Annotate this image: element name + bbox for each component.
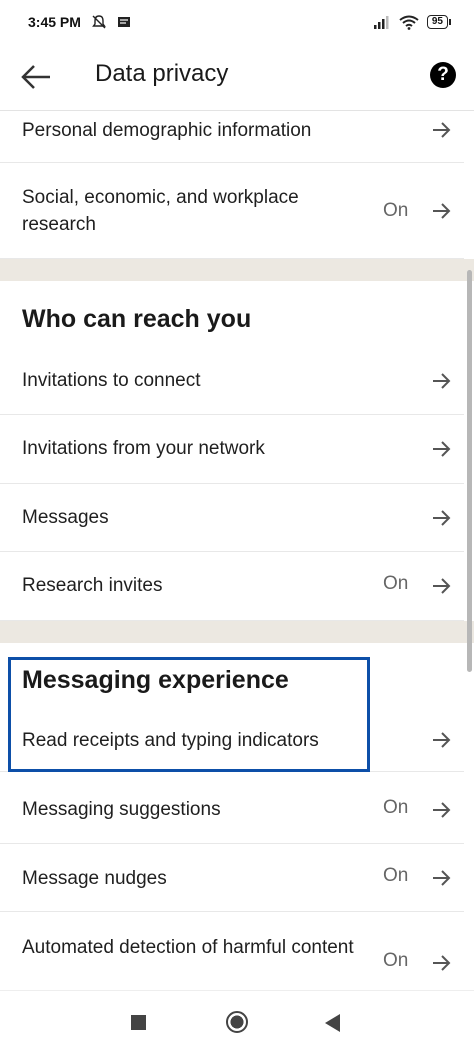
chevron-right-icon	[433, 578, 451, 594]
row-state: On	[383, 200, 409, 221]
row-invitations-to-connect[interactable]: Invitations to connect	[0, 347, 464, 415]
row-state: On	[383, 573, 409, 594]
row-label: Research invites	[22, 575, 163, 596]
row-personal-demographic[interactable]: Personal demographic information	[0, 111, 464, 163]
help-icon[interactable]: ?	[430, 62, 456, 88]
recents-icon[interactable]	[131, 1015, 146, 1030]
row-label: Invitations to connect	[22, 370, 201, 391]
chevron-right-icon	[433, 510, 451, 526]
wifi-icon	[399, 15, 419, 30]
page-title: Data privacy	[95, 60, 229, 87]
section-header-reach: Who can reach you	[0, 281, 464, 339]
back-arrow-icon[interactable]	[20, 62, 52, 92]
row-state: On	[383, 797, 409, 818]
chevron-right-icon	[433, 441, 451, 457]
chevron-right-icon	[433, 870, 451, 886]
silent-icon	[92, 15, 106, 29]
row-label: Social, economic, and workplace research	[22, 187, 299, 235]
row-label: Messaging suggestions	[22, 799, 221, 820]
row-state: On	[383, 865, 409, 886]
row-message-nudges[interactable]: Message nudges On	[0, 844, 464, 912]
row-research-invites[interactable]: Research invites On	[0, 552, 464, 621]
status-bar: 3:45 PM 95	[0, 0, 474, 44]
scrollbar[interactable]	[467, 270, 472, 672]
row-social-economic-research[interactable]: Social, economic, and workplace research…	[0, 163, 464, 259]
row-messaging-suggestions[interactable]: Messaging suggestions On	[0, 776, 464, 844]
chevron-right-icon	[433, 732, 451, 748]
chevron-right-icon	[433, 203, 451, 219]
system-back-icon[interactable]	[325, 1014, 340, 1032]
chevron-right-icon	[433, 802, 451, 818]
row-invitations-from-network[interactable]: Invitations from your network	[0, 415, 464, 484]
message-icon	[117, 17, 130, 27]
row-automated-detection[interactable]: Automated detection of harmful content O…	[0, 912, 464, 990]
section-divider	[0, 621, 474, 643]
highlight-box	[8, 657, 370, 772]
section-divider	[0, 259, 474, 281]
row-label: Message nudges	[22, 868, 167, 889]
row-label: Personal demographic information	[22, 120, 312, 141]
app-bar: Data privacy ?	[0, 44, 474, 111]
status-time: 3:45 PM	[28, 14, 81, 30]
chevron-right-icon	[433, 955, 451, 971]
section-heading: Who can reach you	[22, 305, 252, 333]
row-label: Messages	[22, 507, 109, 528]
row-state: On	[383, 950, 409, 971]
chevron-right-icon	[433, 373, 451, 389]
row-messages[interactable]: Messages	[0, 484, 464, 552]
settings-list[interactable]: Personal demographic information Social,…	[0, 111, 474, 990]
row-label: Invitations from your network	[22, 438, 265, 459]
signal-icon	[373, 16, 389, 29]
row-label: Automated detection of harmful content	[22, 937, 354, 958]
system-nav-bar	[0, 990, 474, 1054]
chevron-right-icon	[433, 122, 451, 138]
battery-icon: 95	[426, 15, 452, 29]
home-icon[interactable]	[226, 1011, 248, 1033]
